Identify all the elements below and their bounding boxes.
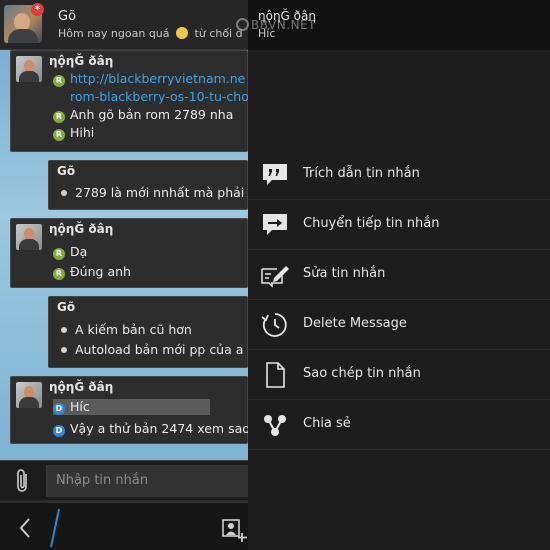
conversation[interactable]: ηộηĞ ðâη Rhttp://blackberryvietnam.ne ro…	[0, 50, 248, 460]
message-bubble[interactable]: ηộηĞ ðâη Rhttp://blackberryvietnam.ne ro…	[10, 50, 248, 152]
sender-name: ηộηĞ ðâη	[49, 222, 114, 236]
forward-icon	[263, 214, 287, 235]
message-line: 2789 là mới nnhất mà phải ko	[57, 185, 248, 200]
copy-icon	[266, 362, 285, 388]
message-bubble[interactable]: ηộηĞ ðâη D Híc D Vậy a thử bản 2474 xem sa…	[10, 376, 248, 444]
menu-item-quote[interactable]: Trích dẫn tin nhắn	[248, 150, 550, 200]
message-context-menu: BBVN.NET ηộηĞ ðâη Híc Trích dẫn tin nhắn…	[236, 0, 550, 550]
back-chevron-icon[interactable]	[18, 517, 32, 539]
read-marker-icon: R	[53, 129, 65, 141]
message-line: R Đúng anh	[53, 264, 131, 280]
read-marker-icon: R	[53, 248, 65, 260]
bullet-icon	[61, 327, 67, 333]
sender-name: ηộηĞ ðâη	[49, 380, 114, 394]
menu-item-forward[interactable]: Chuyển tiếp tin nhắn	[248, 200, 550, 250]
sender-avatar	[16, 382, 42, 408]
menu-item-copy[interactable]: Sao chép tin nhắn	[248, 350, 550, 400]
message-line: A kiếm bản cũ hơn	[57, 322, 192, 337]
timer-delete-icon	[261, 313, 287, 337]
status-text: Hôm nay ngoan quá	[58, 27, 170, 40]
new-badge-icon: *	[31, 3, 44, 16]
message-link[interactable]: Rhttp://blackberryvietnam.ne	[53, 71, 245, 87]
menu-item-label: Chuyển tiếp tin nhắn	[303, 216, 440, 231]
menu-item-delete[interactable]: Delete Message	[248, 300, 550, 350]
menu-header: BBVN.NET ηộηĞ ðâη Híc	[236, 0, 550, 50]
message-bubble[interactable]: ηộηĞ ðâη R Dạ R Đúng anh	[10, 218, 248, 288]
menu-item-share[interactable]: Chia sẻ	[248, 400, 550, 450]
menu-sender-name: ηộηĞ ðâη	[258, 9, 316, 23]
sender-avatar	[16, 224, 42, 250]
bullet-icon	[61, 347, 67, 353]
add-contact-icon[interactable]	[220, 517, 248, 543]
smiley-emoticon-icon	[176, 27, 189, 39]
delivered-marker-icon: D	[53, 403, 65, 415]
menu-message-preview: Híc	[258, 27, 276, 40]
message-line: Autoload bản mới pp của a vẫ	[57, 342, 248, 357]
menu-item-label: Delete Message	[303, 316, 407, 331]
menu-item-edit[interactable]: Sửa tin nhắn	[248, 250, 550, 300]
divider-slash-icon	[50, 508, 60, 548]
sender-name: ηộηĞ ðâη	[49, 54, 114, 68]
action-bar	[0, 501, 248, 550]
read-marker-icon: R	[53, 111, 65, 123]
menu-item-label: Sửa tin nhắn	[303, 266, 386, 281]
message-line: D Vậy a thử bản 2474 xem sao	[53, 421, 248, 437]
delivered-marker-icon: D	[53, 425, 65, 437]
menu-item-label: Chia sẻ	[303, 416, 351, 431]
message-link[interactable]: rom-blackberry-os-10-tu-cho	[70, 89, 248, 104]
read-marker-icon: R	[53, 75, 65, 87]
message-line: R Dạ	[53, 244, 87, 260]
compose-bar: Nhập tin nhắn	[0, 460, 248, 500]
selected-message-line[interactable]: D Híc	[53, 399, 210, 415]
edit-icon	[261, 266, 289, 288]
contact-name: Gõ	[58, 9, 77, 24]
message-line: R Hihi	[53, 125, 94, 141]
contact-status: Hôm nay ngoan quá từ chối đ	[58, 27, 243, 40]
chat-pane: * Gõ Hôm nay ngoan quá từ chối đ ηộηĞ ðâ…	[0, 0, 248, 550]
bullet-icon	[61, 190, 67, 196]
read-marker-icon: R	[53, 268, 65, 280]
message-line: R Anh gõ bản rom 2789 nha	[53, 107, 233, 123]
message-bubble[interactable]: Gõ 2789 là mới nnhất mà phải ko	[48, 160, 248, 210]
attach-paperclip-icon[interactable]	[12, 467, 34, 495]
chat-header[interactable]: * Gõ Hôm nay ngoan quá từ chối đ	[0, 0, 248, 50]
menu-item-label: Sao chép tin nhắn	[303, 366, 421, 381]
menu-item-label: Trích dẫn tin nhắn	[303, 166, 420, 181]
message-bubble[interactable]: Gõ A kiếm bản cũ hơn Autoload bản mới pp…	[48, 296, 248, 368]
sender-name: Gõ	[57, 300, 76, 314]
sender-name: Gõ	[57, 164, 76, 178]
message-input[interactable]: Nhập tin nhắn	[46, 465, 248, 497]
sender-avatar	[16, 56, 42, 82]
quote-icon	[263, 164, 287, 185]
share-icon	[264, 415, 286, 436]
